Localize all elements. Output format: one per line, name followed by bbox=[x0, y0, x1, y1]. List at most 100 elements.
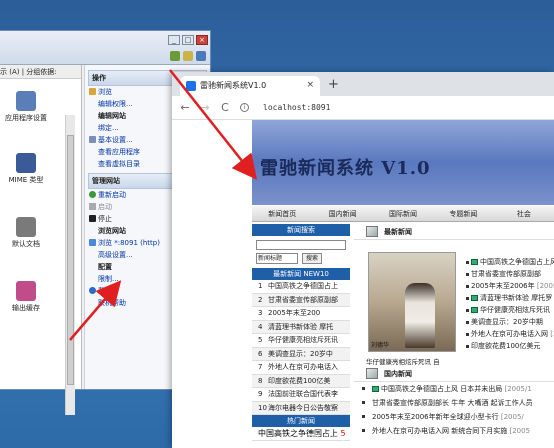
navigation-bar: ← → C i localhost:8091 bbox=[172, 96, 554, 120]
minimize-button[interactable]: _ bbox=[168, 35, 180, 45]
link-label: 停止 bbox=[98, 215, 112, 223]
list-item[interactable]: 2005年末至2006年 [2005 bbox=[462, 280, 554, 292]
list-item[interactable]: 5 华仔健康亮相炫斥死讯 bbox=[252, 334, 350, 348]
close-button[interactable]: × bbox=[196, 35, 208, 45]
list-item[interactable]: 2 甘肃省委宣传部原副部 bbox=[252, 293, 350, 307]
settings-icon bbox=[89, 136, 96, 143]
link-label: 帮助 bbox=[98, 287, 112, 295]
link-label: 启动 bbox=[98, 203, 112, 211]
list-item[interactable]: 10海尔电器今日公告敬察 bbox=[252, 401, 350, 415]
vertical-scrollbar[interactable] bbox=[65, 115, 75, 415]
default-document-icon bbox=[16, 217, 36, 237]
photo-text[interactable]: 华仔健康亮相炫斥死讯 自 bbox=[366, 356, 440, 366]
image-icon bbox=[471, 307, 478, 313]
latest-news-right-list: 中国高铁之争德国占上风 甘肃省委宣传部原副部 2005年末至2006年 [200… bbox=[462, 256, 554, 352]
scrollbar-thumb[interactable] bbox=[67, 135, 74, 385]
image-icon bbox=[372, 386, 379, 392]
list-item[interactable]: 4 清蓝理书新体验 摩托 bbox=[252, 320, 350, 334]
new-tab-button[interactable]: + bbox=[328, 77, 339, 92]
list-item[interactable]: 印度欲花费100亿美元 bbox=[462, 340, 554, 352]
reload-button[interactable]: C bbox=[220, 101, 230, 114]
globe-icon bbox=[89, 239, 96, 246]
link-label: 浏览 bbox=[98, 88, 112, 96]
feature-label: MIME 类型 bbox=[8, 176, 44, 184]
maximize-button[interactable]: □ bbox=[182, 35, 194, 45]
section-title: 最新新闻 bbox=[384, 228, 412, 236]
stop-icon bbox=[89, 215, 96, 222]
news-photo[interactable]: 刘德华 bbox=[368, 252, 456, 352]
link-label: 联机帮助 bbox=[98, 299, 126, 307]
search-box: 新闻标题 搜索 bbox=[252, 236, 350, 268]
hot-news-header: 热门新闻 bbox=[252, 415, 350, 427]
link-label: 浏览 *:8091 (http) bbox=[98, 239, 160, 247]
tab-bar: 雷驰新闻系统V1.0 × + bbox=[172, 72, 554, 96]
network-icon[interactable] bbox=[170, 51, 180, 61]
list-item[interactable]: 6 美调查显示：20岁中 bbox=[252, 347, 350, 361]
menu-home[interactable]: 新闻首页 bbox=[252, 206, 312, 221]
feature-label: 应用程序设置 bbox=[5, 114, 47, 122]
feature-app-settings[interactable]: 应用程序设置 bbox=[1, 91, 51, 123]
site-menu: 新闻首页 国内新闻 国际新闻 专题新闻 社会 bbox=[252, 206, 554, 222]
link-label: 高级设置... bbox=[98, 251, 133, 259]
watermark-text: https://blog.csdn.net/... bbox=[300, 432, 394, 441]
folder-icon bbox=[89, 88, 96, 95]
web-page: 雷驰新闻系统 V1.0 新闻首页 国内新闻 国际新闻 专题新闻 社会 新闻搜索 … bbox=[172, 120, 554, 448]
photo-caption: 刘德华 bbox=[371, 342, 390, 349]
feature-mime-types[interactable]: MIME 类型 bbox=[1, 153, 51, 185]
image-icon bbox=[471, 295, 478, 301]
menu-international[interactable]: 国际新闻 bbox=[373, 206, 433, 221]
back-button[interactable]: ← bbox=[180, 101, 190, 114]
feature-label: 输出缓存 bbox=[12, 304, 40, 312]
browser-tab[interactable]: 雷驰新闻系统V1.0 × bbox=[180, 76, 320, 96]
close-tab-icon[interactable]: × bbox=[306, 80, 314, 90]
link-label: 限制... bbox=[98, 275, 119, 283]
menu-domestic[interactable]: 国内新闻 bbox=[312, 206, 372, 221]
feature-label: 默认文档 bbox=[12, 240, 40, 248]
mime-types-icon bbox=[16, 153, 36, 173]
features-view: 示 (A) | 分组依据: 应用程序设置 MIME 类型 默认文档 输出缓存 bbox=[0, 65, 82, 415]
news-icon bbox=[366, 368, 378, 379]
list-item[interactable]: 8 印度欲花费100亿美 bbox=[252, 374, 350, 388]
help-icon[interactable] bbox=[196, 51, 206, 61]
address-bar[interactable]: localhost:8091 bbox=[263, 103, 330, 112]
search-input[interactable] bbox=[256, 240, 346, 250]
list-item[interactable]: 1 中国高铁之争德国占上 bbox=[252, 280, 350, 294]
restart-icon bbox=[89, 191, 96, 198]
feature-output-cache[interactable]: 输出缓存 bbox=[1, 281, 51, 313]
browser-window: 雷驰新闻系统V1.0 × + ← → C i localhost:8091 雷驰… bbox=[172, 72, 554, 448]
list-item[interactable]: 清蓝理书新体验 摩托罗 bbox=[462, 292, 554, 304]
right-column: 最新新闻 刘德华 华仔健康亮相炫斥死讯 自 中国高铁之争德国占上风 甘肃省委宣传… bbox=[354, 224, 554, 448]
list-item[interactable]: 3 2005年末至200 bbox=[252, 307, 350, 321]
list-item[interactable]: 外地人在京可办电话入网 [2 bbox=[462, 328, 554, 340]
iis-tool-icons bbox=[170, 51, 206, 61]
feature-default-document[interactable]: 默认文档 bbox=[1, 217, 51, 249]
list-item[interactable]: 7 外地人在京可办电话入 bbox=[252, 361, 350, 375]
menu-special[interactable]: 专题新闻 bbox=[433, 206, 493, 221]
search-type-select[interactable]: 新闻标题 bbox=[256, 253, 298, 264]
list-item[interactable]: 9 法国前驻联合国代表李 bbox=[252, 388, 350, 402]
search-button[interactable]: 搜索 bbox=[302, 253, 323, 264]
domestic-news-list: 中国高铁之争德国占上风 日本并未出局 [2005/1 甘肃省委宣传部原副部长 牛… bbox=[354, 382, 554, 438]
image-icon bbox=[471, 259, 478, 265]
list-item[interactable]: 甘肃省委宣传部原副部 bbox=[462, 268, 554, 280]
info-icon[interactable]: i bbox=[240, 103, 249, 112]
list-item[interactable]: 甘肃省委宣传部原副部长 牛年 大嘴酒 起诉工作人员 bbox=[358, 396, 554, 410]
menu-society[interactable]: 社会 bbox=[494, 206, 554, 221]
search-header: 新闻搜索 bbox=[252, 224, 350, 236]
list-item[interactable]: 中国高铁之争德国占上风 日本并未出局 [2005/1 bbox=[358, 382, 554, 396]
link-label: 基本设置... bbox=[98, 136, 133, 144]
app-settings-icon bbox=[16, 91, 36, 111]
list-item[interactable]: 美调查显示：20岁中期 bbox=[462, 316, 554, 328]
column-header: 示 (A) | 分组依据: bbox=[0, 65, 81, 79]
list-item[interactable]: 华仔健康亮相炫斥死讯 bbox=[462, 304, 554, 316]
list-item[interactable]: 2005年末至2006年新年全球迎小型卡行 [2005/ bbox=[358, 410, 554, 424]
list-item[interactable]: 中国高铁之争德国占上风 bbox=[462, 256, 554, 268]
left-column: 新闻搜索 新闻标题 搜索 最新新闻 NEW10 1 中国高铁之争德国占上 2 甘肃省… bbox=[252, 224, 350, 448]
iis-toolbar: _ □ × bbox=[0, 31, 210, 65]
section-title: 国内新闻 bbox=[384, 370, 412, 378]
site-banner: 雷驰新闻系统 V1.0 bbox=[252, 120, 554, 205]
site-title: 雷驰新闻系统 V1.0 bbox=[260, 158, 431, 179]
forward-button[interactable]: → bbox=[200, 101, 210, 114]
save-icon[interactable] bbox=[183, 51, 193, 61]
favicon-icon bbox=[186, 81, 196, 91]
